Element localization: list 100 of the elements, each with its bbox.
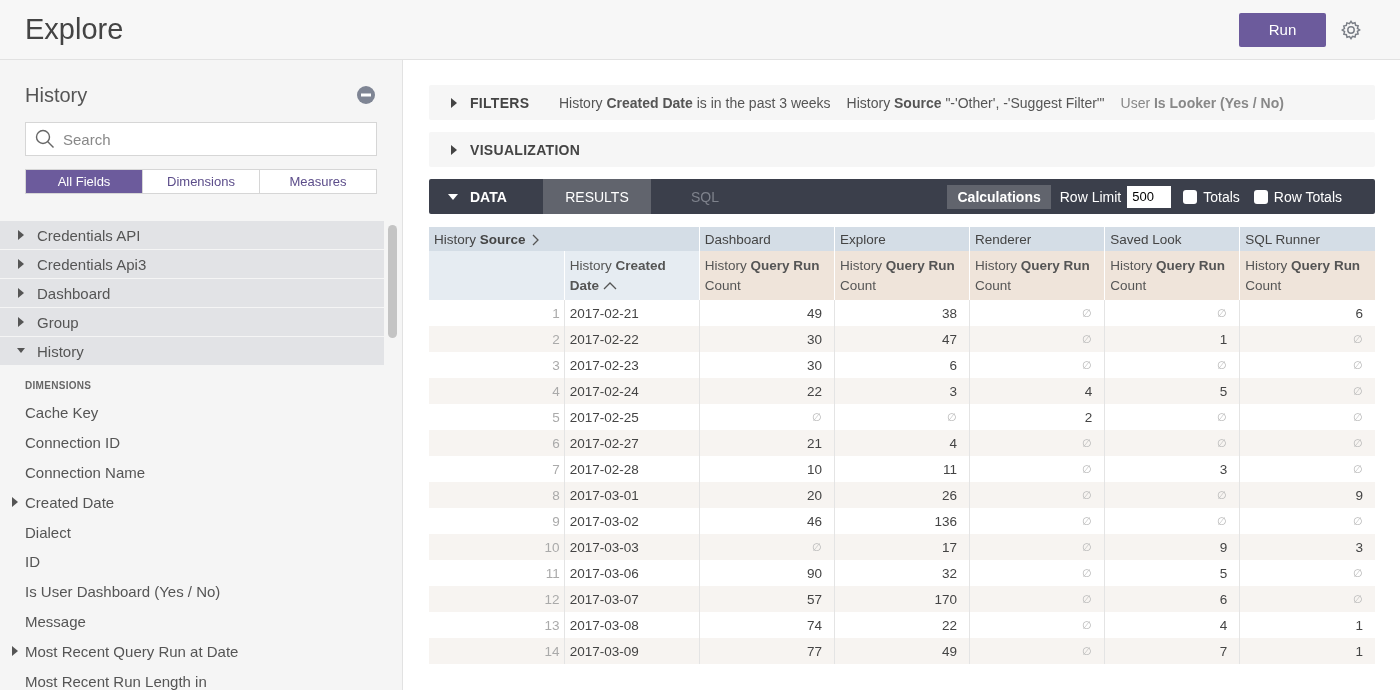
view-item[interactable]: Group (0, 308, 384, 336)
chevron-icon[interactable] (531, 233, 540, 246)
field-item[interactable]: Dialect (0, 517, 384, 547)
field-filter-tab[interactable]: All Fields (26, 170, 142, 193)
measure-header: History Query Run Count (969, 251, 1105, 300)
sort-ascending-icon[interactable] (602, 281, 617, 290)
table-cell: ∅ (969, 430, 1105, 456)
field-item[interactable]: Message (0, 606, 384, 637)
row-number: 2 (429, 326, 565, 352)
table-cell: 26 (834, 482, 970, 508)
caret-icon[interactable] (12, 646, 19, 657)
collapse-icon[interactable] (357, 86, 375, 104)
search-icon (35, 129, 55, 149)
caret-icon[interactable] (12, 497, 19, 508)
filter-summary: History Source "-'Other', -'Suggest Filter'" (846, 94, 1105, 111)
table-cell: 4 (834, 430, 970, 456)
field-filter-tab[interactable]: Measures (259, 170, 376, 193)
sidebar-title: History (25, 83, 88, 107)
scrollbar[interactable] (388, 225, 397, 338)
data-tab[interactable]: RESULTS (543, 179, 651, 214)
caret-icon[interactable] (450, 144, 458, 155)
totals-checkbox[interactable] (1183, 189, 1198, 204)
table-cell: 170 (834, 586, 970, 612)
pivot-column-header: SQL Runner (1239, 227, 1375, 251)
table-cell: 2017-02-22 (564, 326, 700, 352)
caret-icon[interactable] (17, 288, 25, 298)
search-field[interactable]: Search (25, 122, 377, 156)
measure-header: History Query Run Count (1239, 251, 1375, 300)
table-cell: 21 (699, 430, 835, 456)
caret-icon[interactable] (17, 317, 25, 327)
row-number: 10 (429, 534, 565, 560)
table-cell: ∅ (1104, 482, 1240, 508)
table-cell: 9 (1104, 534, 1240, 560)
table-cell: ∅ (969, 638, 1105, 664)
caret-icon[interactable] (448, 192, 458, 201)
table-cell: 22 (699, 378, 835, 404)
field-item[interactable]: ID (0, 547, 384, 577)
filter-summary: User Is Looker (Yes / No) (1120, 94, 1284, 111)
view-item[interactable]: History (0, 337, 384, 365)
row-number: 7 (429, 456, 565, 482)
table-cell: 7 (1104, 638, 1240, 664)
table-cell: 1 (1239, 638, 1375, 664)
pivot-column-header: Renderer (969, 227, 1105, 251)
filters-toggle[interactable]: FILTERS (429, 85, 559, 120)
view-item[interactable]: Dashboard (0, 279, 384, 307)
table-cell: 30 (699, 326, 835, 352)
table-cell: 2017-02-27 (564, 430, 700, 456)
row-totals-checkbox[interactable] (1253, 189, 1268, 204)
table-cell: 2017-03-01 (564, 482, 700, 508)
table-cell: 2017-03-07 (564, 586, 700, 612)
field-item[interactable]: Cache Key (0, 398, 384, 428)
caret-icon[interactable] (17, 259, 25, 269)
field-filter-tab[interactable]: Dimensions (142, 170, 259, 193)
pivot-column-header: Explore (834, 227, 970, 251)
table-cell: ∅ (1239, 586, 1375, 612)
table-cell: 1 (1104, 326, 1240, 352)
measure-header: History Query Run Count (699, 251, 835, 300)
visualization-toggle[interactable]: VISUALIZATION (429, 132, 581, 167)
row-number: 11 (429, 560, 565, 586)
row-limit-field[interactable]: 500 (1127, 185, 1172, 208)
pivot-column-header: Saved Look (1104, 227, 1240, 251)
calculations-button[interactable]: Calculations (947, 184, 1051, 209)
caret-icon[interactable] (450, 97, 458, 108)
row-number: 12 (429, 586, 565, 612)
data-toggle[interactable]: DATA (429, 179, 543, 214)
measure-header: History Query Run Count (1104, 251, 1240, 300)
table-cell: 20 (699, 482, 835, 508)
row-limit-label: Row Limit (1059, 188, 1122, 205)
view-item[interactable]: Credentials Api3 (0, 250, 384, 278)
settings-icon[interactable] (1340, 18, 1362, 41)
page-title: Explore (25, 13, 124, 46)
pivot-header[interactable]: History Source (429, 227, 700, 251)
row-number: 8 (429, 482, 565, 508)
pivot-column-header: Dashboard (699, 227, 835, 251)
table-cell: 77 (699, 638, 835, 664)
table-cell: ∅ (699, 534, 835, 560)
totals-label: Totals (1203, 188, 1240, 205)
row-totals-label: Row Totals (1273, 188, 1342, 205)
row-number: 14 (429, 638, 565, 664)
table-cell: 3 (1239, 534, 1375, 560)
field-item[interactable]: Connection ID (0, 427, 384, 458)
field-item[interactable]: Most Recent Query Run at Date (0, 636, 384, 667)
row-number: 9 (429, 508, 565, 534)
caret-icon[interactable] (17, 230, 25, 240)
view-item[interactable]: Credentials API (0, 221, 384, 249)
field-item[interactable]: Created Date (0, 487, 384, 518)
section-heading: DIMENSIONS (24, 379, 93, 393)
measure-header: History Query Run Count (834, 251, 970, 300)
field-item[interactable]: Connection Name (0, 457, 384, 488)
run-button[interactable]: Run (1239, 12, 1326, 47)
row-number: 1 (429, 300, 565, 326)
table-cell: ∅ (1104, 430, 1240, 456)
row-number: 4 (429, 378, 565, 404)
table-cell: 4 (969, 378, 1105, 404)
dimension-header[interactable]: History Created Date (564, 251, 700, 300)
field-item[interactable]: Is User Dashboard (Yes / No) (0, 576, 384, 607)
field-item[interactable]: Most Recent Run Length in (0, 666, 384, 690)
table-cell: ∅ (969, 482, 1105, 508)
row-number: 6 (429, 430, 565, 456)
table-cell: 47 (834, 326, 970, 352)
